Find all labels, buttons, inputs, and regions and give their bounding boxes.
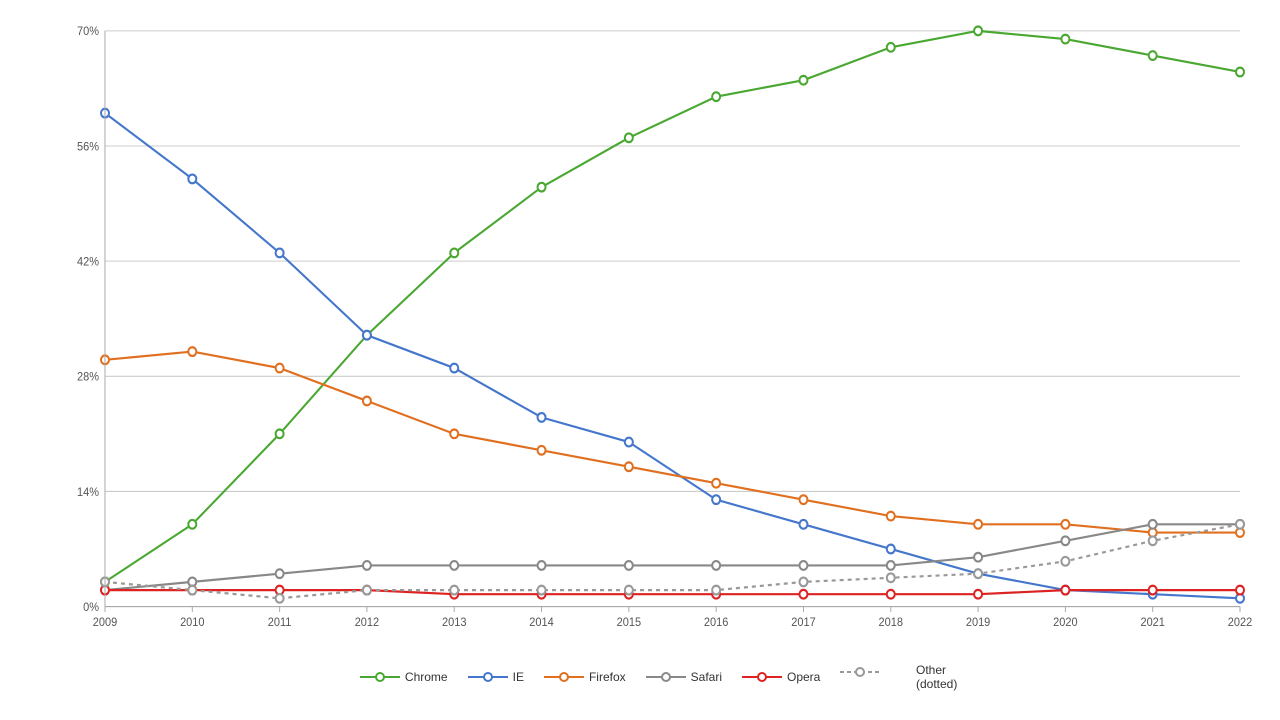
- svg-text:2015: 2015: [617, 617, 641, 629]
- svg-text:2017: 2017: [791, 617, 815, 629]
- svg-text:42%: 42%: [77, 256, 99, 268]
- svg-text:2016: 2016: [704, 617, 728, 629]
- svg-text:0%: 0%: [83, 602, 99, 614]
- legend-label: Opera: [787, 670, 820, 684]
- legend-item-chrome: Chrome: [360, 670, 448, 684]
- legend-item-firefox: Firefox: [544, 670, 626, 684]
- legend-item-ie: IE: [468, 670, 524, 684]
- svg-text:2011: 2011: [268, 617, 292, 629]
- svg-text:2013: 2013: [442, 617, 466, 629]
- legend-label: Other (dotted): [916, 663, 960, 691]
- svg-text:2014: 2014: [529, 617, 554, 629]
- svg-text:2022: 2022: [1228, 617, 1252, 629]
- svg-text:28%: 28%: [77, 371, 99, 383]
- legend-item-opera: Opera: [742, 670, 820, 684]
- svg-text:2020: 2020: [1053, 617, 1077, 629]
- legend-label: Safari: [691, 670, 722, 684]
- svg-text:2009: 2009: [93, 617, 117, 629]
- svg-text:2018: 2018: [879, 617, 903, 629]
- svg-text:14%: 14%: [77, 486, 99, 498]
- legend-label: Firefox: [589, 670, 626, 684]
- legend-label: Chrome: [405, 670, 448, 684]
- legend-label: IE: [513, 670, 524, 684]
- chart-container: 0% 14% 28% 42% 56% 70% 2009 2010 2011 2012 2013 20…: [0, 0, 1280, 720]
- svg-text:56%: 56%: [77, 141, 99, 153]
- legend-item-other--dotted-: Other (dotted): [840, 663, 960, 691]
- svg-text:2021: 2021: [1140, 617, 1164, 629]
- svg-text:70%: 70%: [77, 26, 99, 38]
- main-chart: 0% 14% 28% 42% 56% 70% 2009 2010 2011 2012 2013 20…: [60, 20, 1260, 650]
- svg-text:2012: 2012: [355, 617, 379, 629]
- svg-text:2019: 2019: [966, 617, 990, 629]
- chart-legend: Chrome IE Firefox Safari Opera Other (dotted): [60, 663, 1260, 691]
- svg-text:2010: 2010: [180, 617, 204, 629]
- legend-item-safari: Safari: [646, 670, 722, 684]
